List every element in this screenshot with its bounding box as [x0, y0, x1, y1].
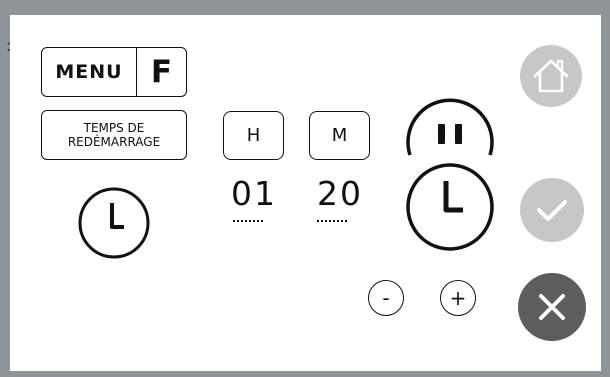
- corner-mark: :: [6, 36, 12, 55]
- minutes-underline: [317, 220, 347, 222]
- device-frame-bottom: [0, 371, 610, 377]
- clock-icon: [78, 187, 150, 259]
- menu-group: MENU F: [41, 47, 187, 97]
- minus-label: -: [382, 286, 390, 310]
- minutes-button[interactable]: M: [309, 111, 370, 160]
- pause-timer[interactable]: [400, 92, 500, 262]
- timer-clock-icon: [406, 163, 494, 251]
- menu-button[interactable]: MENU: [42, 48, 137, 96]
- hours-button[interactable]: H: [223, 111, 284, 160]
- menu-label: MENU: [55, 61, 123, 83]
- confirm-button[interactable]: [520, 178, 584, 242]
- hours-underline: [233, 220, 263, 222]
- device-frame-top: [0, 0, 610, 15]
- restart-time-button[interactable]: TEMPS DE REDÉMARRAGE: [41, 110, 187, 160]
- f-button[interactable]: F: [137, 48, 186, 96]
- minutes-label: M: [331, 125, 348, 146]
- home-button[interactable]: [520, 45, 582, 107]
- increment-button[interactable]: +: [440, 280, 476, 316]
- plus-label: +: [449, 286, 467, 310]
- check-icon: [537, 200, 567, 221]
- cancel-button[interactable]: [518, 273, 586, 341]
- hours-label: H: [246, 125, 261, 146]
- f-label: F: [150, 54, 173, 90]
- minutes-value: 20: [317, 174, 363, 213]
- hours-value: 01: [231, 174, 277, 213]
- restart-label-line2: REDÉMARRAGE: [67, 135, 161, 149]
- decrement-button[interactable]: -: [368, 280, 404, 316]
- home-icon: [533, 59, 569, 93]
- pause-arc: [406, 98, 494, 156]
- pause-icon: [438, 124, 462, 144]
- close-icon: [539, 294, 565, 320]
- restart-label-line1: TEMPS DE: [83, 121, 145, 135]
- device-frame-left: [0, 0, 10, 377]
- device-frame-right: [601, 0, 610, 377]
